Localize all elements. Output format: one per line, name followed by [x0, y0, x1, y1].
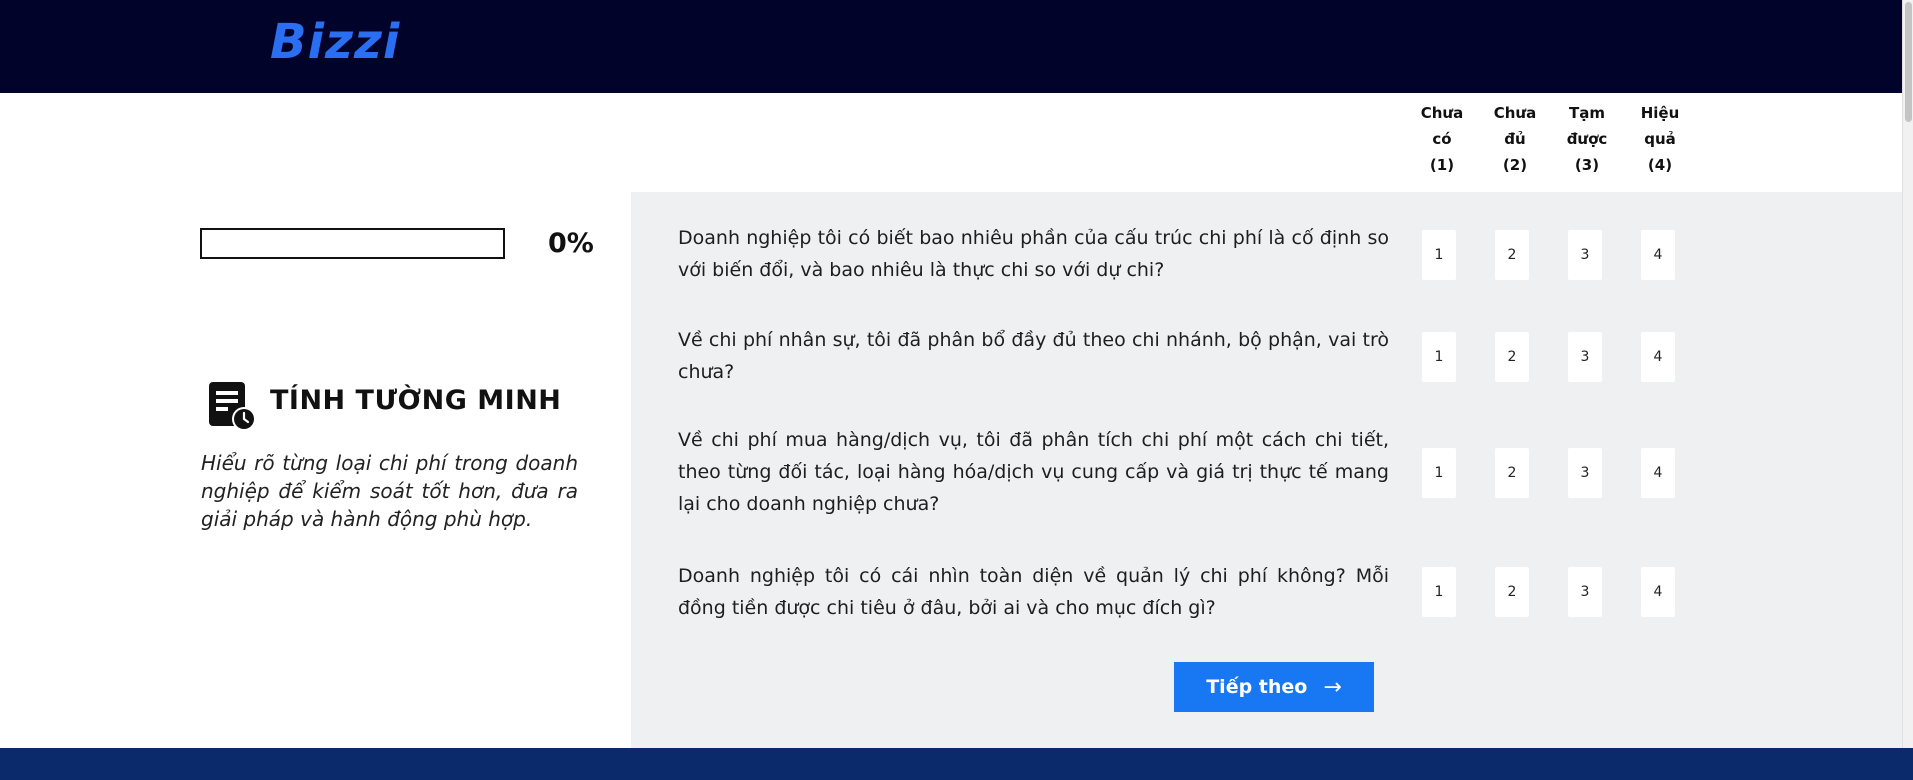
- next-button[interactable]: Tiếp theo →: [1174, 662, 1374, 712]
- scrollbar-thumb[interactable]: [1905, 2, 1912, 122]
- question-3: Về chi phí mua hàng/dịch vụ, tôi đã phân…: [678, 429, 1389, 515]
- section-description: Hiểu rõ từng loại chi phí trong doanh ng…: [201, 451, 578, 531]
- q3-option-1[interactable]: 1: [1422, 448, 1456, 498]
- q1-option-2[interactable]: 2: [1495, 230, 1529, 280]
- q3-option-3[interactable]: 3: [1568, 448, 1602, 498]
- q1-option-4[interactable]: 4: [1641, 230, 1675, 280]
- arrow-right-icon: →: [1323, 674, 1342, 700]
- question-1: Doanh nghiệp tôi có biết bao nhiêu phần …: [678, 227, 1389, 281]
- q4-option-3[interactable]: 3: [1568, 567, 1602, 617]
- next-button-label: Tiếp theo: [1206, 676, 1308, 698]
- question-4: Doanh nghiệp tôi có cái nhìn toàn diện v…: [678, 565, 1389, 619]
- q2-option-3[interactable]: 3: [1568, 332, 1602, 382]
- footer-bar: [0, 748, 1913, 780]
- document-clock-icon: [209, 382, 256, 431]
- question-2: Về chi phí nhân sự, tôi đã phân bổ đầy đ…: [678, 329, 1389, 383]
- scale-header-1: Chưa có (1): [1420, 104, 1464, 174]
- q4-option-1[interactable]: 1: [1422, 567, 1456, 617]
- q3-option-2[interactable]: 2: [1495, 448, 1529, 498]
- q2-option-1[interactable]: 1: [1422, 332, 1456, 382]
- q4-option-2[interactable]: 2: [1495, 567, 1529, 617]
- progress-bar: [200, 228, 505, 259]
- q1-option-1[interactable]: 1: [1422, 230, 1456, 280]
- q2-option-2[interactable]: 2: [1495, 332, 1529, 382]
- top-header: Bizzi: [0, 0, 1913, 93]
- scale-header-3: Tạm được (3): [1566, 104, 1608, 174]
- scale-header-2: Chưa đủ (2): [1493, 104, 1537, 174]
- scale-header-4: Hiệu quả (4): [1640, 104, 1680, 174]
- bizzi-logo[interactable]: Bizzi: [270, 14, 400, 70]
- page-scrollbar[interactable]: [1902, 0, 1913, 780]
- q3-option-4[interactable]: 4: [1641, 448, 1675, 498]
- q1-option-3[interactable]: 3: [1568, 230, 1602, 280]
- progress-percent: 0%: [548, 228, 594, 259]
- q4-option-4[interactable]: 4: [1641, 567, 1675, 617]
- section-title: TÍNH TƯỜNG MINH: [270, 385, 562, 416]
- q2-option-4[interactable]: 4: [1641, 332, 1675, 382]
